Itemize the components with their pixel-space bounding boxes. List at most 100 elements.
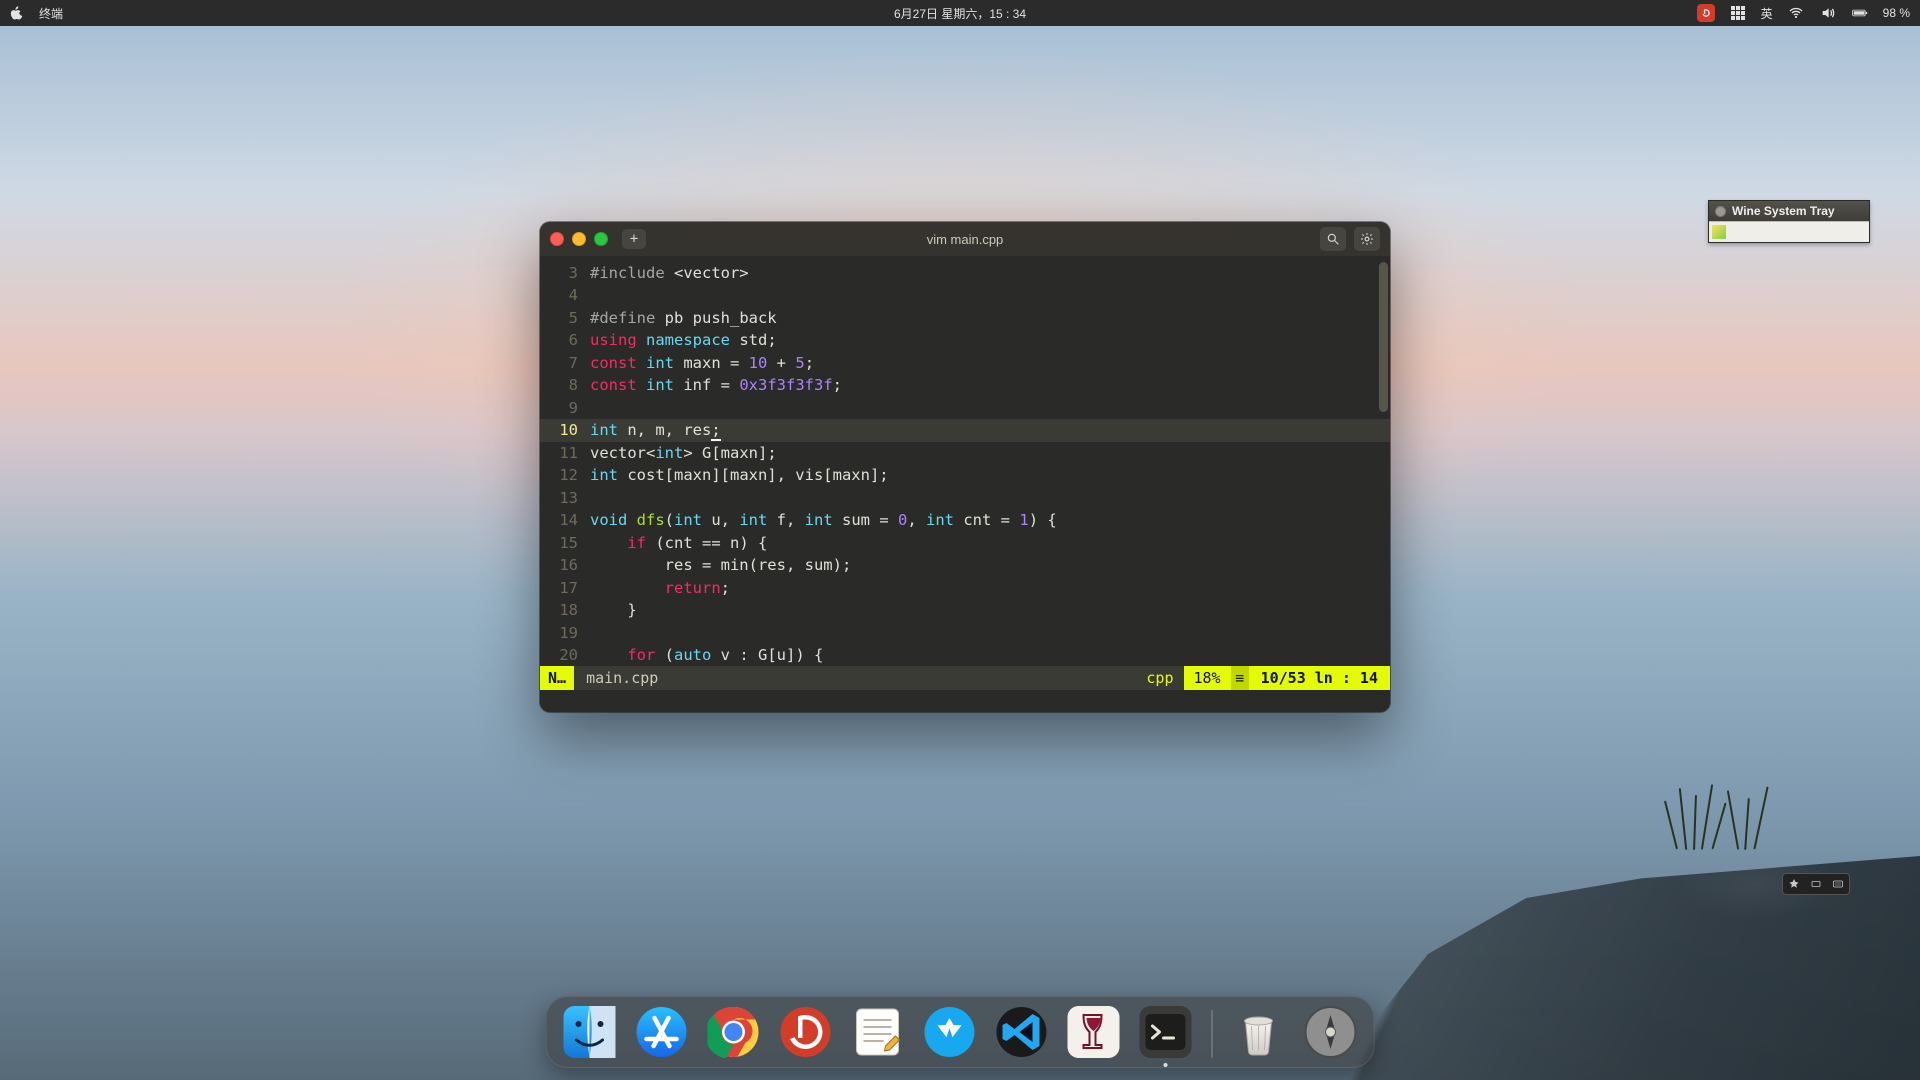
code-text: vector<int> G[maxn]; xyxy=(590,442,1390,464)
code-text: int n, m, res; xyxy=(590,419,1390,441)
vim-mode: N… xyxy=(540,666,574,690)
code-text: return; xyxy=(590,577,1390,599)
dock-app-tim[interactable] xyxy=(924,1006,976,1058)
code-line[interactable]: 18 } xyxy=(540,599,1390,621)
dock-app-chrome[interactable] xyxy=(708,1006,760,1058)
code-line[interactable]: 4 xyxy=(540,284,1390,306)
dock-app-finder[interactable] xyxy=(564,1006,616,1058)
code-line[interactable]: 13 xyxy=(540,487,1390,509)
code-line[interactable]: 11vector<int> G[maxn]; xyxy=(540,442,1390,464)
line-number: 19 xyxy=(540,622,590,644)
input-switcher-pill[interactable] xyxy=(1782,873,1850,895)
apple-menu[interactable] xyxy=(10,6,23,21)
dock-app-trash[interactable] xyxy=(1233,1006,1285,1058)
traffic-lights xyxy=(550,232,608,246)
line-number: 16 xyxy=(540,554,590,576)
wine-tray-body xyxy=(1709,221,1869,242)
code-text: int cost[maxn][maxn], vis[maxn]; xyxy=(590,464,1390,486)
battery-icon[interactable] xyxy=(1851,4,1869,22)
line-number: 6 xyxy=(540,329,590,351)
code-line[interactable]: 3#include <vector> xyxy=(540,262,1390,284)
search-icon xyxy=(1326,232,1340,246)
status-filetype: cpp xyxy=(1136,666,1183,690)
code-text: const int inf = 0x3f3f3f3f; xyxy=(590,374,1390,396)
code-line[interactable]: 16 res = min(res, sum); xyxy=(540,554,1390,576)
pill-icon-2[interactable] xyxy=(1805,874,1827,894)
line-number: 8 xyxy=(540,374,590,396)
code-line[interactable]: 15 if (cnt == n) { xyxy=(540,532,1390,554)
terminal-title: vim main.cpp xyxy=(927,232,1004,247)
battery-percent: 98 % xyxy=(1883,6,1910,20)
dock-app-launchpad[interactable] xyxy=(1305,1006,1357,1058)
code-text: if (cnt == n) { xyxy=(590,532,1390,554)
code-line[interactable]: 12int cost[maxn][maxn], vis[maxn]; xyxy=(540,464,1390,486)
wifi-icon[interactable] xyxy=(1787,4,1805,22)
line-number: 7 xyxy=(540,352,590,374)
code-line[interactable]: 20 for (auto v : G[u]) { xyxy=(540,644,1390,666)
code-line[interactable]: 19 xyxy=(540,622,1390,644)
wine-tray-titlebar[interactable]: Wine System Tray xyxy=(1709,201,1869,221)
dock xyxy=(546,996,1375,1068)
line-number: 17 xyxy=(540,577,590,599)
status-position: 10/53 ln : 14 xyxy=(1249,666,1390,690)
code-line[interactable]: 8const int inf = 0x3f3f3f3f; xyxy=(540,374,1390,396)
close-button[interactable] xyxy=(550,232,564,246)
ime-indicator[interactable]: 英 xyxy=(1761,5,1773,22)
line-number: 10 xyxy=(540,419,590,441)
dock-app-terminal[interactable] xyxy=(1140,1006,1192,1058)
line-number: 5 xyxy=(540,307,590,329)
menubar-datetime[interactable]: 6月27日 星期六，15 : 34 xyxy=(894,5,1026,22)
zoom-button[interactable] xyxy=(594,232,608,246)
line-number: 12 xyxy=(540,464,590,486)
line-number: 3 xyxy=(540,262,590,284)
dock-app-vscode[interactable] xyxy=(996,1006,1048,1058)
pill-icon-1[interactable] xyxy=(1783,874,1805,894)
dock-app-textedit[interactable] xyxy=(852,1006,904,1058)
vertical-scrollbar[interactable] xyxy=(1379,262,1388,412)
wine-tray-window[interactable]: Wine System Tray xyxy=(1708,200,1870,243)
search-button[interactable] xyxy=(1320,227,1346,251)
code-line[interactable]: 14void dfs(int u, int f, int sum = 0, in… xyxy=(540,509,1390,531)
active-app-name[interactable]: 终端 xyxy=(39,5,63,22)
code-text: #define pb push_back xyxy=(590,307,1390,329)
wine-tray-close-icon[interactable] xyxy=(1715,206,1726,217)
code-text xyxy=(590,284,1390,306)
minimize-button[interactable] xyxy=(572,232,586,246)
settings-button[interactable] xyxy=(1354,227,1380,251)
code-text xyxy=(590,622,1390,644)
dock-app-wine[interactable] xyxy=(1068,1006,1120,1058)
vim-statusline: N… main.cpp cpp 18% ≡ 10/53 ln : 14 xyxy=(540,666,1390,690)
code-line[interactable]: 9 xyxy=(540,397,1390,419)
line-number: 11 xyxy=(540,442,590,464)
line-number: 20 xyxy=(540,644,590,666)
code-line[interactable]: 17 return; xyxy=(540,577,1390,599)
netease-tray-icon[interactable] xyxy=(1697,4,1715,22)
code-text: const int maxn = 10 + 5; xyxy=(590,352,1390,374)
line-number: 14 xyxy=(540,509,590,531)
code-text: using namespace std; xyxy=(590,329,1390,351)
volume-icon[interactable] xyxy=(1819,4,1837,22)
terminal-titlebar[interactable]: + vim main.cpp xyxy=(540,222,1390,256)
code-text xyxy=(590,487,1390,509)
editor-viewport[interactable]: 3#include <vector>45#define pb push_back… xyxy=(540,256,1390,666)
code-line[interactable]: 6using namespace std; xyxy=(540,329,1390,351)
line-number: 13 xyxy=(540,487,590,509)
code-line[interactable]: 7const int maxn = 10 + 5; xyxy=(540,352,1390,374)
menubar: 终端 6月27日 星期六，15 : 34 英 98 % xyxy=(0,0,1920,26)
dock-app-netease[interactable] xyxy=(780,1006,832,1058)
new-tab-button[interactable]: + xyxy=(622,229,646,249)
terminal-window: + vim main.cpp 3#include <vector>45#defi… xyxy=(540,222,1390,712)
code-text: void dfs(int u, int f, int sum = 0, int … xyxy=(590,509,1390,531)
dock-app-appstore[interactable] xyxy=(636,1006,688,1058)
code-text: } xyxy=(590,599,1390,621)
line-number: 4 xyxy=(540,284,590,306)
wine-tray-app-icon[interactable] xyxy=(1712,225,1726,239)
code-line[interactable]: 5#define pb push_back xyxy=(540,307,1390,329)
dock-separator xyxy=(1212,1010,1213,1058)
pill-icon-3[interactable] xyxy=(1827,874,1849,894)
code-text: res = min(res, sum); xyxy=(590,554,1390,576)
line-number: 18 xyxy=(540,599,590,621)
code-line[interactable]: 10int n, m, res; xyxy=(540,419,1390,441)
grid-tray-icon[interactable] xyxy=(1729,4,1747,22)
wine-tray-title: Wine System Tray xyxy=(1732,204,1835,218)
